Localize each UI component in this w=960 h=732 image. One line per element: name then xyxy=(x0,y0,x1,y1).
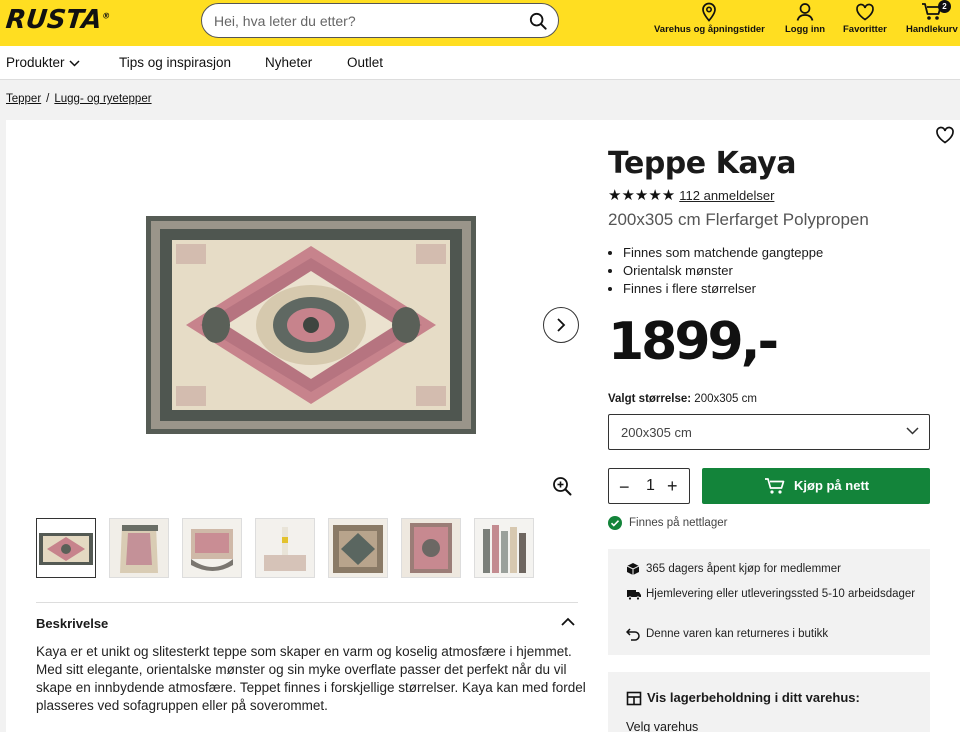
cart-count-badge: 2 xyxy=(938,0,951,13)
description-text: Kaya er et unikt og slitesterkt teppe so… xyxy=(36,644,586,713)
feature-item: Orientalsk mønster xyxy=(623,262,823,280)
product-subtitle: 200x305 cm Flerfarget Polypropen xyxy=(608,210,869,229)
feature-item: Finnes i flere størrelser xyxy=(623,280,823,298)
select-store-link[interactable]: Velg varehus xyxy=(626,720,698,732)
truck-icon xyxy=(627,590,641,601)
reviews-link[interactable]: 112 anmeldelser xyxy=(679,188,774,203)
user-icon xyxy=(796,3,814,21)
store-stock-box[interactable]: Vis lagerbeholdning i ditt varehus: Velg… xyxy=(608,672,930,732)
store-icon xyxy=(626,691,642,706)
favorite-heart-icon[interactable] xyxy=(935,126,955,144)
search-icon[interactable] xyxy=(529,12,547,30)
increase-quantity-button[interactable]: + xyxy=(667,476,678,497)
thumbnail-6[interactable] xyxy=(401,518,461,578)
description-title[interactable]: Beskrivelse xyxy=(36,616,108,631)
product-title: Teppe Kaya xyxy=(608,146,796,181)
thumbnail-4[interactable] xyxy=(255,518,315,578)
benefit-item: Hjemlevering eller utleveringssted 5-10 … xyxy=(626,586,916,602)
search-bar[interactable] xyxy=(201,3,559,38)
rating-stars-icon: ★★★★★ xyxy=(608,187,676,204)
feature-item: Finnes som matchende gangteppe xyxy=(623,244,823,262)
zoom-icon[interactable] xyxy=(552,476,572,496)
stores-button[interactable]: Varehus og åpningstider xyxy=(654,2,765,35)
thumbnail-1[interactable] xyxy=(36,518,96,578)
return-icon xyxy=(626,628,640,641)
heart-icon xyxy=(856,3,874,21)
search-input[interactable] xyxy=(214,10,514,32)
header: RUSTA® Varehus og åpningstider Logg inn … xyxy=(0,0,960,46)
buy-online-button[interactable]: Kjøp på nett xyxy=(702,468,930,504)
thumbnail-7[interactable] xyxy=(474,518,534,578)
thumbnail-5[interactable] xyxy=(328,518,388,578)
decrease-quantity-button[interactable]: − xyxy=(619,477,630,498)
favorites-button[interactable]: Favoritter xyxy=(843,2,887,35)
quantity-stepper: − 1 + xyxy=(608,468,690,504)
benefit-item: Denne varen kan returneres i butikk xyxy=(626,626,916,642)
size-select[interactable]: 200x305 cm xyxy=(608,414,930,450)
nav-item-tips[interactable]: Tips og inspirasjon xyxy=(119,55,231,70)
stock-status: Finnes på nettlager xyxy=(608,516,727,530)
nav-item-outlet[interactable]: Outlet xyxy=(347,55,383,70)
check-icon xyxy=(608,516,622,530)
benefits-box: 365 dagers åpent kjøp for medlemmer Hjem… xyxy=(608,549,930,655)
breadcrumb: Tepper / Lugg- og ryetepper xyxy=(6,93,152,105)
product-features: Finnes som matchende gangteppe Orientals… xyxy=(623,244,823,298)
main-nav: Produkter Tips og inspirasjon Nyheter Ou… xyxy=(0,46,960,80)
chevron-right-icon xyxy=(557,318,566,332)
chevron-up-icon[interactable] xyxy=(561,617,575,626)
divider xyxy=(36,602,578,603)
nav-item-nyheter[interactable]: Nyheter xyxy=(265,55,312,70)
box-icon xyxy=(626,563,640,575)
cart-button[interactable]: 2 Handlekurv xyxy=(906,0,958,35)
benefit-item: 365 dagers åpent kjøp for medlemmer xyxy=(626,561,916,577)
breadcrumb-link-lugg[interactable]: Lugg- og ryetepper xyxy=(54,93,151,105)
next-image-button[interactable] xyxy=(543,307,579,343)
product-rating: ★★★★★ 112 anmeldelser xyxy=(608,186,774,204)
rusta-logo[interactable]: RUSTA® xyxy=(4,5,111,35)
quantity-value[interactable]: 1 xyxy=(646,477,655,495)
thumbnail-2[interactable] xyxy=(109,518,169,578)
location-pin-icon xyxy=(702,2,717,22)
login-button[interactable]: Logg inn xyxy=(785,2,825,35)
thumbnail-3[interactable] xyxy=(182,518,242,578)
product-image[interactable] xyxy=(146,216,476,434)
product-price: 1899,- xyxy=(608,312,779,372)
nav-item-produkter[interactable]: Produkter xyxy=(6,55,80,70)
cart-icon xyxy=(765,478,785,494)
chevron-down-icon xyxy=(906,427,919,435)
breadcrumb-link-tepper[interactable]: Tepper xyxy=(6,93,41,105)
product-card: Beskrivelse Kaya er et unikt og sliteste… xyxy=(6,120,960,732)
size-label: Valgt størrelse: 200x305 cm xyxy=(608,393,757,405)
chevron-down-icon xyxy=(69,60,80,67)
